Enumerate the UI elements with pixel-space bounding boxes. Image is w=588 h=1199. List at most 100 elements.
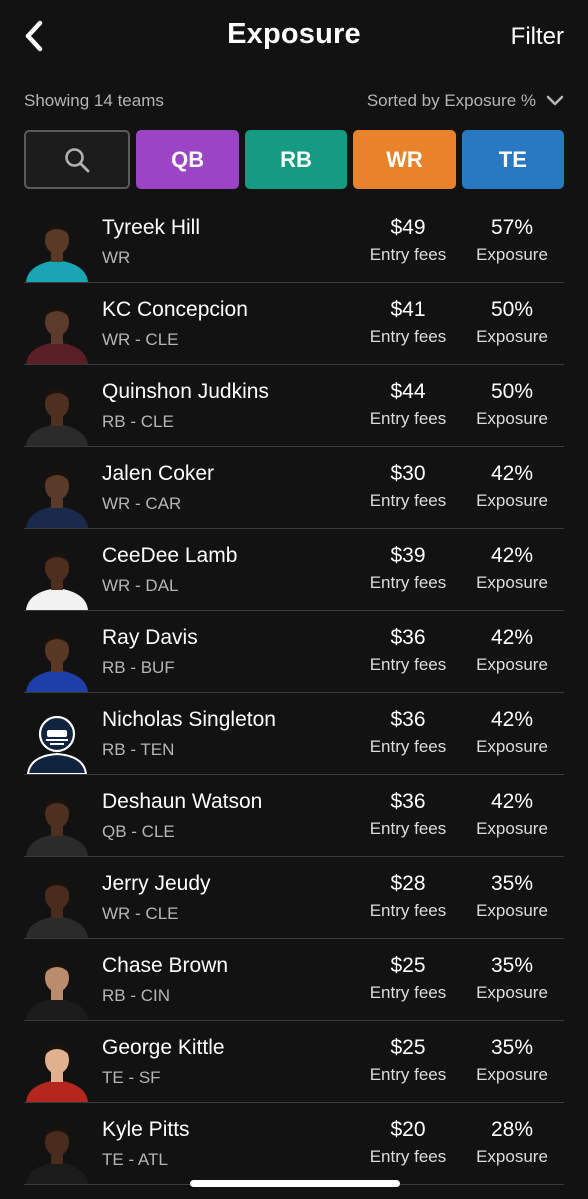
player-position-team: TE - SF <box>102 1068 161 1087</box>
filter-button[interactable]: Filter <box>511 23 564 51</box>
chip-te[interactable]: TE <box>461 130 565 189</box>
entry-fee-label: Entry fees <box>369 1065 447 1084</box>
exposure-value: 50% <box>490 380 534 403</box>
exposure-cell: 50% Exposure <box>464 297 560 349</box>
player-position-team: RB - TEN <box>102 740 175 759</box>
player-row[interactable]: CeeDee Lamb WR - DAL $39 Entry fees 42% … <box>24 529 564 611</box>
page-title: Exposure <box>227 18 361 50</box>
player-row[interactable]: Ray Davis RB - BUF $36 Entry fees 42% Ex… <box>24 611 564 693</box>
exposure-value: 42% <box>490 544 534 567</box>
exposure-cell: 28% Exposure <box>464 1117 560 1169</box>
entry-fee-cell: $49 Entry fees <box>362 215 454 267</box>
player-avatar <box>24 218 90 282</box>
exposure-label: Exposure <box>476 819 548 838</box>
exposure-cell: 35% Exposure <box>464 1035 560 1087</box>
entry-fee-cell: $41 Entry fees <box>362 297 454 349</box>
entry-fee-label: Entry fees <box>369 655 447 674</box>
position-filter-chips: QB RB WR TE <box>24 130 565 190</box>
player-row[interactable]: Deshaun Watson QB - CLE $36 Entry fees 4… <box>24 775 564 857</box>
player-name: CeeDee Lamb <box>102 544 238 567</box>
entry-fee-value: $44 <box>390 380 426 403</box>
player-avatar <box>24 956 90 1020</box>
player-row[interactable]: Nicholas Singleton RB - TEN $36 Entry fe… <box>24 693 564 775</box>
player-row[interactable]: Chase Brown RB - CIN $25 Entry fees 35% … <box>24 939 564 1021</box>
exposure-cell: 35% Exposure <box>464 953 560 1005</box>
player-avatar <box>24 628 90 692</box>
chip-wr[interactable]: WR <box>353 130 456 189</box>
search-button[interactable] <box>24 130 131 189</box>
sort-label: Sorted by Exposure % <box>366 91 536 110</box>
exposure-value: 42% <box>490 626 534 649</box>
player-avatar <box>24 300 90 364</box>
player-position-team: WR <box>102 248 131 267</box>
entry-fee-label: Entry fees <box>369 245 447 264</box>
player-name: Nicholas Singleton <box>102 708 276 731</box>
player-row[interactable]: Jerry Jeudy WR - CLE $28 Entry fees 35% … <box>24 857 564 939</box>
list-summary-bar: Showing 14 teams Sorted by Exposure % <box>24 88 564 114</box>
player-position-team: TE - ATL <box>102 1150 168 1169</box>
entry-fee-cell: $25 Entry fees <box>362 953 454 1005</box>
entry-fee-cell: $36 Entry fees <box>362 625 454 677</box>
player-row[interactable]: Kyle Pitts TE - ATL $20 Entry fees 28% E… <box>24 1103 564 1185</box>
player-name: Ray Davis <box>102 626 198 649</box>
entry-fee-value: $49 <box>390 216 426 239</box>
player-position-team: WR - CLE <box>102 330 179 349</box>
player-position-team: RB - CIN <box>102 986 170 1005</box>
player-row[interactable]: Jalen Coker WR - CAR $30 Entry fees 42% … <box>24 447 564 529</box>
chip-qb[interactable]: QB <box>136 130 239 189</box>
entry-fee-label: Entry fees <box>369 737 447 756</box>
entry-fee-value: $25 <box>390 954 426 977</box>
player-name: Jerry Jeudy <box>102 872 211 895</box>
player-avatar <box>24 710 90 774</box>
player-position-team: RB - BUF <box>102 658 175 677</box>
player-row[interactable]: Quinshon Judkins RB - CLE $44 Entry fees… <box>24 365 564 447</box>
exposure-label: Exposure <box>476 1147 548 1166</box>
player-name: Jalen Coker <box>102 462 215 485</box>
sort-dropdown[interactable]: Sorted by Exposure % <box>367 91 564 111</box>
exposure-label: Exposure <box>476 409 548 428</box>
entry-fee-cell: $20 Entry fees <box>362 1117 454 1169</box>
entry-fee-cell: $39 Entry fees <box>362 543 454 595</box>
exposure-label: Exposure <box>476 491 548 510</box>
entry-fee-cell: $30 Entry fees <box>362 461 454 513</box>
player-avatar <box>24 792 90 856</box>
exposure-label: Exposure <box>476 327 548 346</box>
exposure-cell: 35% Exposure <box>464 871 560 923</box>
exposure-cell: 42% Exposure <box>464 707 560 759</box>
player-avatar <box>24 382 90 446</box>
player-name: Deshaun Watson <box>102 790 263 813</box>
entry-fee-cell: $28 Entry fees <box>362 871 454 923</box>
player-row[interactable]: George Kittle TE - SF $25 Entry fees 35%… <box>24 1021 564 1103</box>
entry-fee-label: Entry fees <box>369 573 447 592</box>
entry-fee-label: Entry fees <box>369 327 447 346</box>
player-name: Quinshon Judkins <box>102 380 269 403</box>
exposure-value: 42% <box>490 462 534 485</box>
player-position-team: WR - DAL <box>102 576 179 595</box>
entry-fee-value: $36 <box>390 790 426 813</box>
entry-fee-value: $20 <box>390 1118 426 1141</box>
entry-fee-value: $36 <box>390 708 426 731</box>
exposure-cell: 42% Exposure <box>464 625 560 677</box>
chip-rb[interactable]: RB <box>244 130 348 189</box>
exposure-value: 42% <box>490 790 534 813</box>
entry-fee-label: Entry fees <box>369 1147 447 1166</box>
player-name: Tyreek Hill <box>102 216 201 239</box>
exposure-value: 28% <box>490 1118 534 1141</box>
exposure-cell: 42% Exposure <box>464 543 560 595</box>
entry-fee-cell: $36 Entry fees <box>362 789 454 841</box>
exposure-value: 35% <box>490 954 534 977</box>
search-icon <box>65 147 90 172</box>
exposure-value: 42% <box>490 708 534 731</box>
player-avatar <box>24 546 90 610</box>
entry-fee-label: Entry fees <box>369 983 447 1002</box>
player-row[interactable]: Tyreek Hill WR $49 Entry fees 57% Exposu… <box>24 201 564 283</box>
exposure-label: Exposure <box>476 1065 548 1084</box>
player-name: George Kittle <box>102 1036 225 1059</box>
exposure-cell: 42% Exposure <box>464 789 560 841</box>
exposure-value: 35% <box>490 1036 534 1059</box>
player-row[interactable]: KC Concepcion WR - CLE $41 Entry fees 50… <box>24 283 564 365</box>
player-avatar <box>24 874 90 938</box>
player-position-team: WR - CAR <box>102 494 182 513</box>
player-position-team: RB - CLE <box>102 412 174 431</box>
player-avatar <box>24 1120 90 1184</box>
